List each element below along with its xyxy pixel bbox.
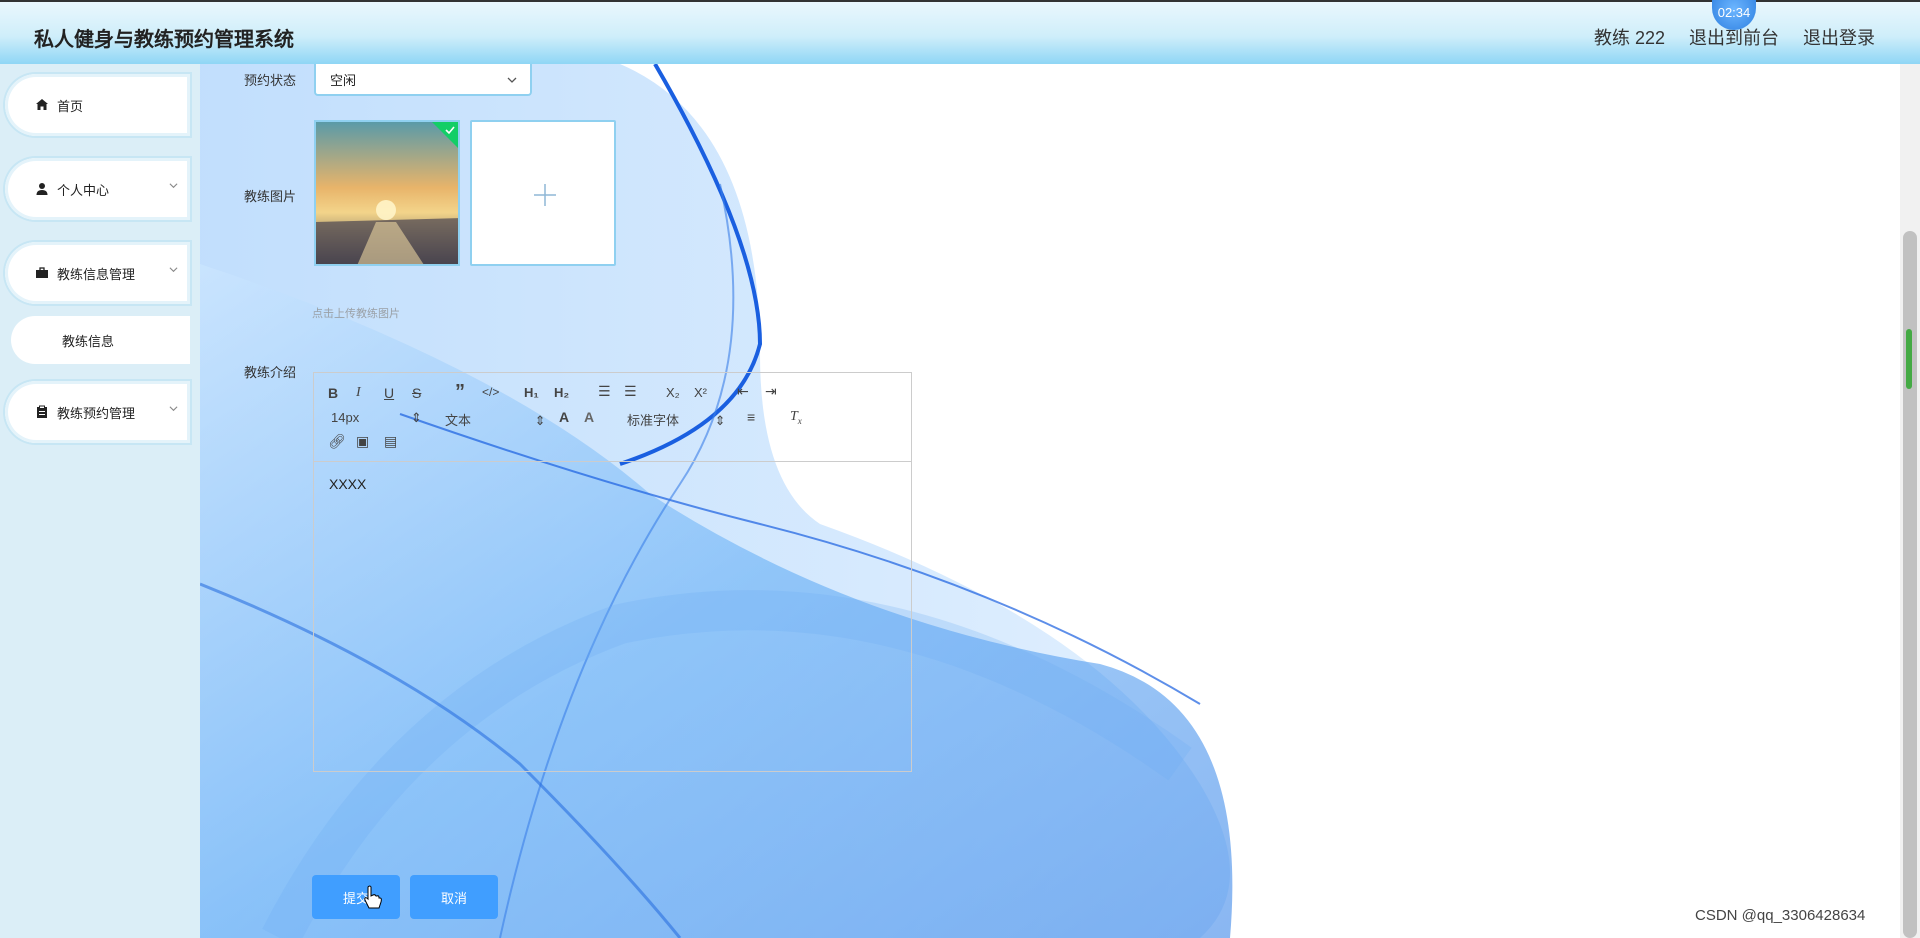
ordered-list-icon[interactable]: ☰ bbox=[598, 383, 611, 400]
text-type-select[interactable]: 文本 ⇕ bbox=[445, 410, 546, 429]
status-select[interactable]: 空闲 bbox=[314, 64, 532, 96]
bullet-list-icon[interactable]: ☰ bbox=[624, 383, 637, 400]
font-color-icon[interactable]: A bbox=[559, 409, 569, 425]
text-type-value: 文本 bbox=[445, 413, 472, 428]
bold-icon[interactable]: B bbox=[328, 385, 338, 401]
clipboard-icon bbox=[37, 405, 47, 418]
italic-icon[interactable]: I bbox=[356, 385, 361, 401]
sidebar-item-label: 教练信息管理 bbox=[57, 266, 136, 282]
font-family-select[interactable]: 标准字体 ⇕ bbox=[627, 410, 726, 429]
main-content: 预约状态 空闲 教练图片 点击上传教练图片 教练介绍 B I U S ” </>… bbox=[200, 64, 1900, 938]
video-icon[interactable]: ▤ bbox=[384, 433, 397, 450]
strikethrough-icon[interactable]: S bbox=[412, 385, 421, 401]
home-icon bbox=[36, 99, 48, 110]
clear-format-icon[interactable]: Tx bbox=[790, 409, 802, 426]
uploaded-image[interactable] bbox=[314, 120, 460, 266]
status-label: 预约状态 bbox=[244, 73, 297, 88]
sidebar-item-home[interactable]: 首页 bbox=[5, 74, 190, 136]
submit-button[interactable]: 提交 bbox=[312, 875, 400, 919]
status-select-value: 空闲 bbox=[330, 73, 357, 88]
chevron-down-icon bbox=[169, 267, 178, 273]
background-color-icon[interactable]: A bbox=[584, 409, 594, 425]
chevron-down-icon bbox=[507, 77, 517, 83]
rich-text-editor: B I U S ” </> H₁ H₂ ☰ ☰ X₂ X² ⇤ ⇥ 14px ⇕… bbox=[313, 372, 912, 772]
page-scrollbar[interactable] bbox=[1900, 64, 1920, 938]
watermark: CSDN @qq_3306428634 bbox=[1695, 907, 1866, 924]
hand-cursor-icon bbox=[364, 885, 382, 909]
link-icon[interactable]: 🔗︎ bbox=[328, 433, 346, 450]
superscript-icon[interactable]: X² bbox=[694, 385, 707, 400]
subscript-icon[interactable]: X₂ bbox=[666, 385, 680, 400]
cancel-button[interactable]: 取消 bbox=[410, 875, 498, 919]
sidebar-item-personal-center[interactable]: 个人中心 bbox=[5, 158, 190, 220]
outdent-icon[interactable]: ⇤ bbox=[737, 383, 749, 400]
check-icon bbox=[445, 126, 455, 135]
logout-link[interactable]: 退出登录 bbox=[1803, 24, 1875, 50]
underline-icon[interactable]: U bbox=[384, 385, 394, 401]
sidebar-subitem-coach-info[interactable]: 教练信息 bbox=[11, 316, 190, 364]
select-arrows-icon: ⇕ bbox=[410, 410, 422, 425]
sidebar-item-label: 教练预约管理 bbox=[57, 405, 136, 421]
sidebar: 首页 个人中心 教练信息管理 教练信息 教练预约管理 bbox=[0, 64, 200, 938]
editor-content[interactable]: XXXX bbox=[329, 476, 366, 492]
image-label: 教练图片 bbox=[244, 189, 297, 204]
sidebar-item-coach-booking-management[interactable]: 教练预约管理 bbox=[5, 381, 190, 443]
font-size-value: 14px bbox=[331, 410, 360, 425]
select-arrows-icon: ⇕ bbox=[534, 413, 546, 428]
user-label: 教练 222 bbox=[1593, 28, 1665, 48]
heading1-icon[interactable]: H₁ bbox=[524, 385, 539, 400]
chevron-down-icon bbox=[169, 406, 178, 412]
code-block-icon[interactable]: </> bbox=[482, 385, 499, 399]
blockquote-icon[interactable]: ” bbox=[455, 381, 465, 404]
user-icon bbox=[36, 183, 48, 195]
select-arrows-icon: ⇕ bbox=[714, 413, 726, 428]
indent-icon[interactable]: ⇥ bbox=[765, 383, 777, 400]
font-size-select[interactable]: 14px ⇕ bbox=[331, 410, 422, 426]
sidebar-item-label: 个人中心 bbox=[57, 182, 110, 198]
sidebar-item-label: 首页 bbox=[57, 98, 84, 114]
image-icon[interactable]: ▣ bbox=[356, 433, 369, 450]
app-title: 私人健身与教练预约管理系统 bbox=[34, 29, 294, 51]
font-family-value: 标准字体 bbox=[627, 413, 680, 428]
align-icon[interactable]: ≡ bbox=[747, 409, 755, 425]
heading2-icon[interactable]: H₂ bbox=[554, 385, 569, 400]
image-upload-button[interactable] bbox=[470, 120, 616, 266]
sidebar-item-coach-info-management[interactable]: 教练信息管理 bbox=[5, 242, 190, 304]
top-header: 私人健身与教练预约管理系统 教练 222 退出到前台 退出登录 bbox=[0, 0, 1920, 64]
intro-label: 教练介绍 bbox=[244, 365, 297, 380]
briefcase-icon bbox=[36, 267, 48, 278]
plus-icon bbox=[534, 184, 556, 206]
chevron-down-icon bbox=[169, 183, 178, 189]
upload-hint: 点击上传教练图片 bbox=[312, 308, 400, 320]
scroll-indicator bbox=[1906, 329, 1912, 389]
editor-toolbar: B I U S ” </> H₁ H₂ ☰ ☰ X₂ X² ⇤ ⇥ 14px ⇕… bbox=[314, 373, 911, 462]
